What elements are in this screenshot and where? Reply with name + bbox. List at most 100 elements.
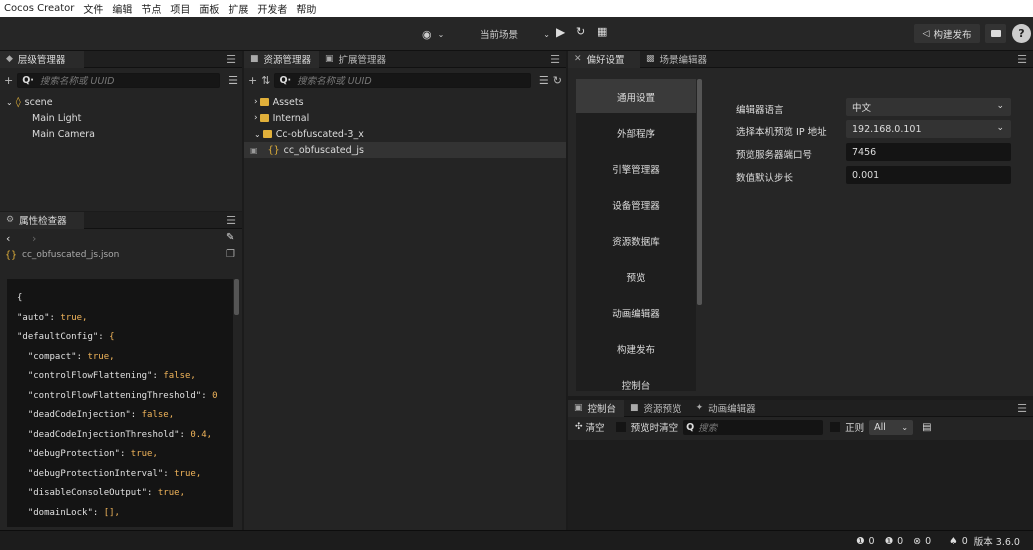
- nav-preview[interactable]: 预览: [576, 270, 696, 284]
- console-search-input[interactable]: Q 搜索: [683, 419, 824, 435]
- nav-general[interactable]: 通用设置: [576, 90, 696, 104]
- scene-select[interactable]: 当前场景 ⌄: [470, 25, 550, 43]
- tab-preferences[interactable]: ✕ 偏好设置: [568, 50, 640, 68]
- clear-on-preview-checkbox[interactable]: [615, 422, 626, 432]
- pin-icon[interactable]: ✎: [226, 232, 234, 243]
- status-bar: ❶ 0 ❶ 0 ⊗ 0 ♠ 0 版本 3.6.0: [0, 530, 1033, 550]
- menu-project[interactable]: 项目: [170, 1, 190, 16]
- tree-node-label: Main Light: [32, 112, 82, 124]
- asset-file-cc-obfuscated-js[interactable]: ▣ {} cc_obfuscated_js: [244, 142, 566, 158]
- nav-animation-editor[interactable]: 动画编辑器: [576, 306, 696, 320]
- refresh-icon[interactable]: ↻: [553, 74, 562, 87]
- chevron-down-icon: ⌄: [437, 29, 445, 39]
- search-icon: Q·: [279, 74, 292, 86]
- nav-device-manager[interactable]: 设备管理器: [576, 198, 696, 212]
- panel-menu-icon[interactable]: ☰: [550, 53, 560, 66]
- chevron-down-icon: ⌄: [543, 29, 550, 39]
- folder-icon: [262, 130, 272, 138]
- nav-asset-db[interactable]: 资源数据库: [576, 234, 696, 248]
- assets-search-input[interactable]: Q· 搜索名称或 UUID: [274, 72, 531, 88]
- inspector-tabbar: ⚙ 属性检查器 ☰: [0, 211, 242, 229]
- nav-build[interactable]: 构建发布: [576, 342, 696, 356]
- tab-assets[interactable]: ■ 资源管理器: [244, 50, 320, 68]
- menu-node[interactable]: 节点: [141, 1, 161, 16]
- code-line: "auto": true,: [17, 309, 233, 329]
- tree-node-scene[interactable]: ⌄ ◊ scene: [0, 94, 242, 110]
- assets-panel: ■ 资源管理器 ▣ 扩展管理器 ☰ + ⇅ Q· 搜索名称或 UUID ☰ ↻ …: [244, 50, 566, 530]
- code-key: "debugProtection":: [17, 449, 131, 459]
- tab-scene-editor[interactable]: ▩ 场景编辑器: [640, 51, 715, 68]
- back-icon[interactable]: ‹: [6, 232, 10, 245]
- panel-menu-icon[interactable]: ☰: [226, 214, 236, 227]
- code-scrollbar[interactable]: [234, 279, 239, 315]
- console-log-area[interactable]: [568, 440, 1033, 530]
- code-key: "controlFlowFlatteningThreshold":: [17, 390, 213, 401]
- copy-icon[interactable]: ❐: [226, 249, 235, 260]
- lock-icon: ▣: [250, 145, 258, 155]
- code-key: "auto":: [17, 312, 61, 323]
- tab-inspector[interactable]: ⚙ 属性检查器: [0, 211, 84, 229]
- hierarchy-search-input[interactable]: Q· 搜索名称或 UUID: [17, 72, 221, 88]
- warning-icon[interactable]: ❶: [885, 536, 894, 547]
- qrcode-icon[interactable]: ▦: [597, 25, 607, 38]
- code-line: "defaultConfig": {: [17, 328, 233, 348]
- asset-folder-internal[interactable]: › Internal: [244, 110, 566, 126]
- code-line: "deadCodeInjectionThreshold": 0.4,: [17, 426, 233, 446]
- regex-checkbox[interactable]: [830, 422, 841, 432]
- code-value: true,: [130, 449, 158, 459]
- forward-icon[interactable]: ›: [32, 232, 36, 245]
- panel-menu-icon[interactable]: ☰: [1017, 53, 1027, 66]
- bell-icon[interactable]: ♠: [949, 536, 958, 547]
- panel-menu-icon[interactable]: ☰: [226, 53, 236, 66]
- version-label: 版本 3.6.0: [973, 537, 1020, 548]
- menu-developer[interactable]: 开发者: [257, 1, 287, 16]
- nav-console[interactable]: 控制台: [576, 378, 696, 392]
- open-project-folder-button[interactable]: [985, 24, 1006, 43]
- tab-extension-manager[interactable]: ▣ 扩展管理器: [319, 51, 394, 68]
- menu-panel[interactable]: 面板: [199, 1, 219, 16]
- menu-edit[interactable]: 编辑: [112, 1, 132, 16]
- preview-platform-select[interactable]: ◉ ⌄: [422, 25, 462, 43]
- language-select[interactable]: 中文 ⌄: [846, 98, 1011, 116]
- step-input[interactable]: 0.001: [846, 166, 1011, 184]
- code-line: "controlFlowFlattening": false,: [17, 367, 233, 387]
- add-node-icon[interactable]: +: [4, 74, 13, 87]
- tab-asset-preview[interactable]: ■ 资源预览: [624, 400, 690, 417]
- open-log-file-icon[interactable]: ▤: [922, 422, 931, 433]
- tab-console-label: 控制台: [587, 404, 617, 415]
- tab-console[interactable]: ▣ 控制台: [568, 399, 625, 417]
- panel-menu-icon[interactable]: ☰: [1017, 402, 1027, 415]
- preview-ip-select[interactable]: 192.168.0.101 ⌄: [846, 120, 1011, 138]
- add-asset-icon[interactable]: +: [248, 74, 257, 87]
- refresh-icon[interactable]: ↻: [576, 25, 585, 38]
- log-level-select[interactable]: All ⌄: [869, 419, 914, 435]
- info-icon[interactable]: ❶: [856, 536, 865, 547]
- sort-icon[interactable]: ⇅: [261, 74, 270, 87]
- preview-port-input[interactable]: 7456: [846, 143, 1011, 161]
- menu-file[interactable]: 文件: [83, 1, 103, 16]
- warning-count: 0: [897, 535, 904, 547]
- tab-preferences-label: 偏好设置: [586, 55, 625, 66]
- nav-engine-manager[interactable]: 引擎管理器: [576, 162, 696, 176]
- asset-folder-cc-obfuscated[interactable]: ⌄ Cc-obfuscated-3_x: [244, 126, 566, 142]
- tree-node-main-light[interactable]: Main Light: [0, 110, 242, 126]
- clear-console-button[interactable]: ✣ 清空: [575, 420, 605, 434]
- folder-icon: [259, 98, 269, 106]
- build-button-label: 构建发布: [933, 29, 972, 41]
- preferences-nav-scrollbar[interactable]: [697, 79, 702, 305]
- nav-external-programs[interactable]: 外部程序: [576, 126, 696, 140]
- menu-extension[interactable]: 扩展: [228, 1, 248, 16]
- help-button[interactable]: ?: [1012, 24, 1031, 43]
- code-line: "debugProtectionInterval": true,: [17, 465, 233, 485]
- tab-animation-editor[interactable]: ✦ 动画编辑器: [690, 400, 764, 417]
- build-button[interactable]: ◁ 构建发布: [914, 24, 980, 43]
- code-viewer[interactable]: {"auto": true, "defaultConfig": { "compac…: [7, 279, 233, 527]
- menu-help[interactable]: 帮助: [296, 1, 316, 16]
- asset-folder-assets[interactable]: › Assets: [244, 94, 566, 110]
- list-icon[interactable]: ☰: [228, 74, 238, 87]
- list-icon[interactable]: ☰: [539, 74, 549, 87]
- tab-hierarchy[interactable]: ◆ 层级管理器: [0, 50, 84, 68]
- play-icon[interactable]: ▶: [556, 25, 565, 39]
- tree-node-main-camera[interactable]: Main Camera: [0, 126, 242, 142]
- error-icon[interactable]: ⊗: [913, 536, 921, 547]
